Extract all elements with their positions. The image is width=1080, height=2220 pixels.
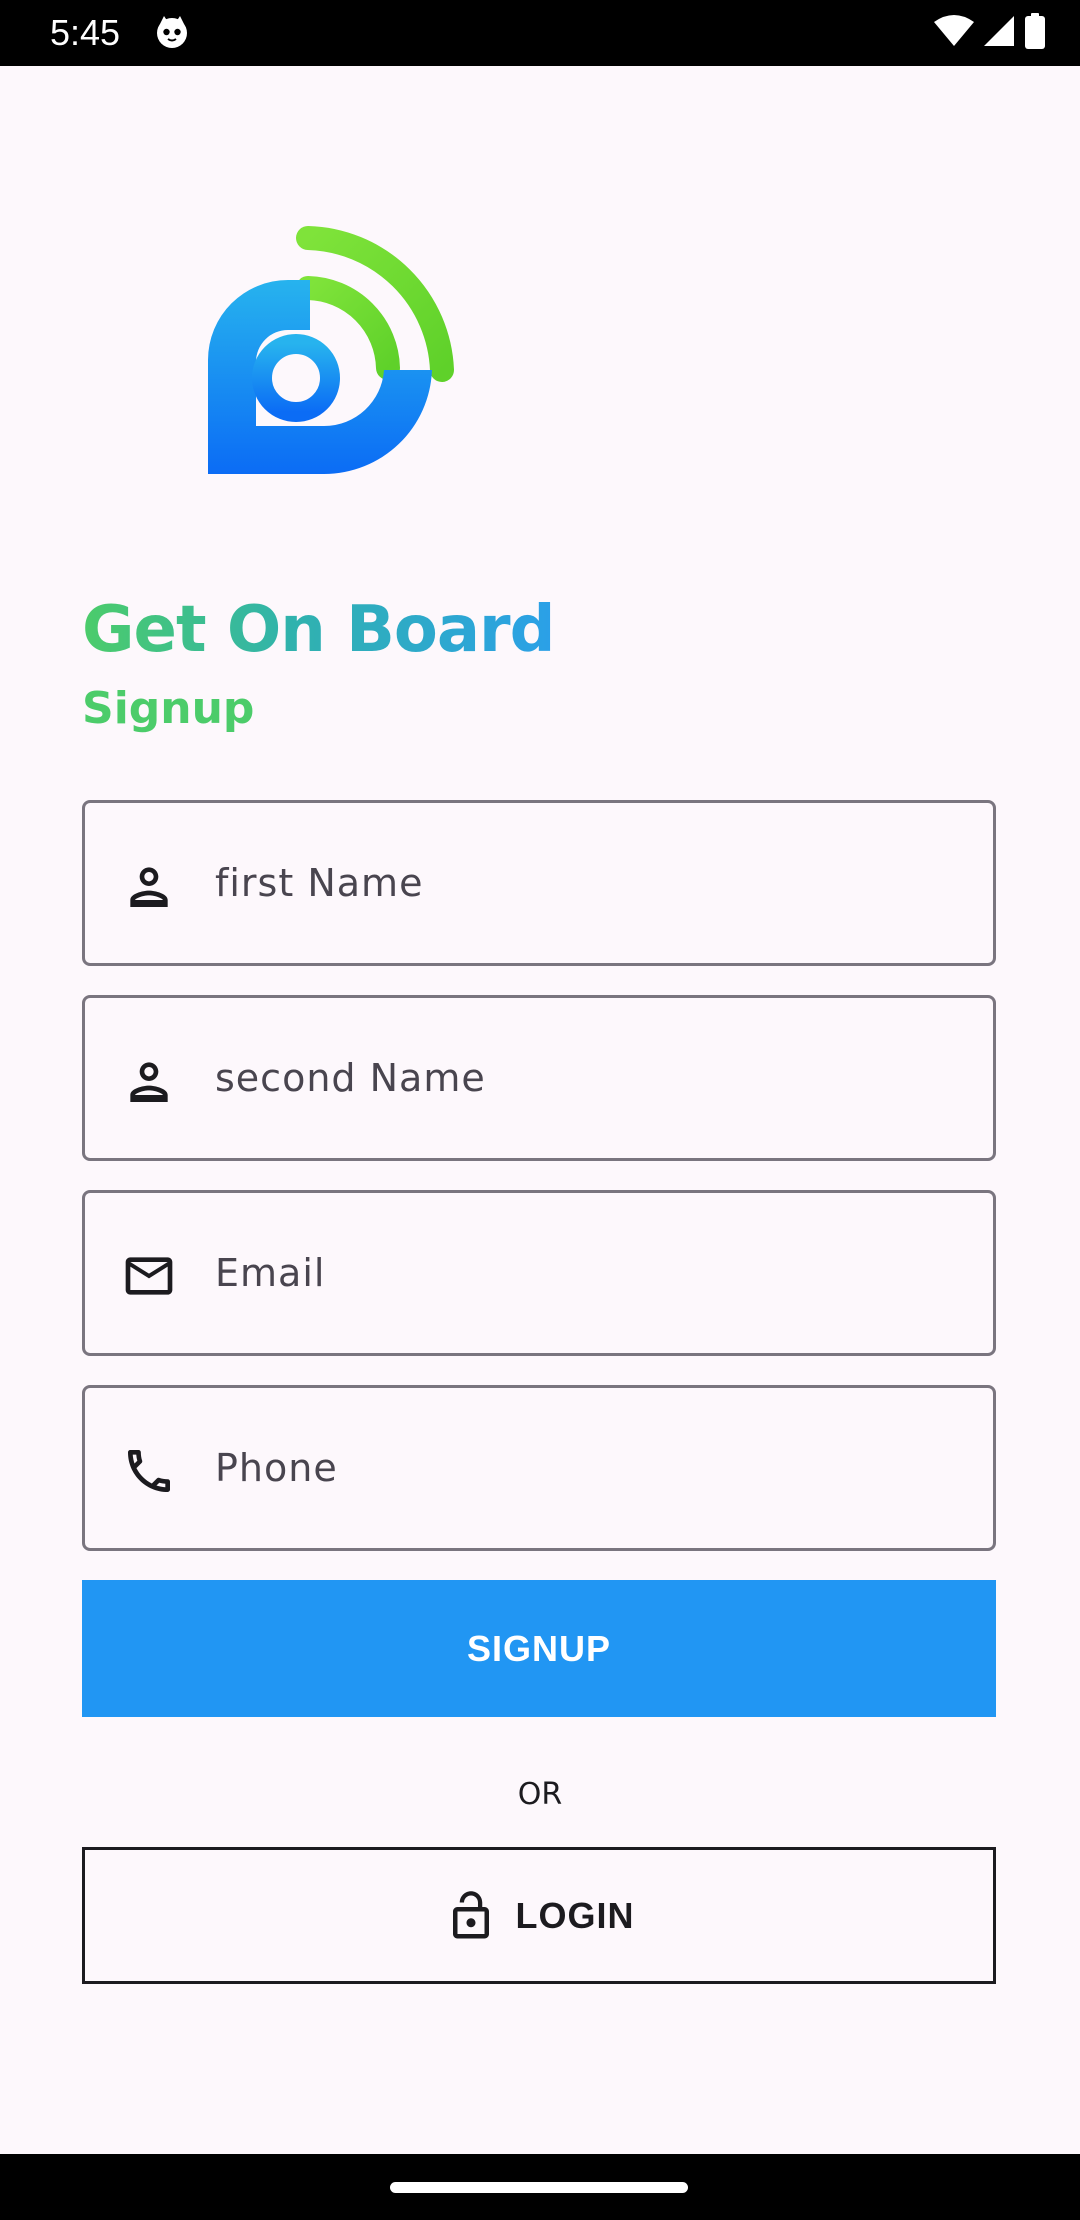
status-bar: 5:45	[0, 0, 1080, 66]
wifi-icon	[934, 14, 974, 52]
or-divider-text: OR	[517, 1777, 563, 1812]
second-name-input[interactable]	[215, 998, 955, 1158]
page-title: Get On Board	[82, 585, 555, 675]
email-input[interactable]	[215, 1193, 955, 1353]
radio-signal-logo	[208, 226, 454, 475]
phone-input[interactable]	[215, 1388, 955, 1548]
home-gesture-handle[interactable]	[390, 2182, 688, 2193]
second-name-field[interactable]	[82, 995, 996, 1161]
person-icon	[121, 858, 177, 914]
login-button-label: LOGIN	[515, 1894, 635, 1936]
mail-icon	[121, 1248, 177, 1304]
navigation-bar	[0, 2154, 1080, 2220]
app-logo	[180, 220, 460, 495]
status-icons	[934, 13, 1046, 53]
battery-icon	[1024, 13, 1046, 53]
signup-button[interactable]: SIGNUP	[82, 1580, 996, 1717]
phone-icon	[121, 1443, 177, 1499]
person-icon	[121, 1053, 177, 1109]
login-button[interactable]: LOGIN	[82, 1847, 996, 1984]
signal-icon	[982, 14, 1016, 52]
lock-open-icon	[452, 1890, 489, 1938]
cat-icon	[154, 14, 190, 50]
first-name-input[interactable]	[215, 803, 955, 963]
status-time: 5:45	[50, 12, 121, 53]
email-field[interactable]	[82, 1190, 996, 1356]
phone-field[interactable]	[82, 1385, 996, 1551]
page-subtitle: Signup	[82, 683, 255, 734]
first-name-field[interactable]	[82, 800, 996, 966]
